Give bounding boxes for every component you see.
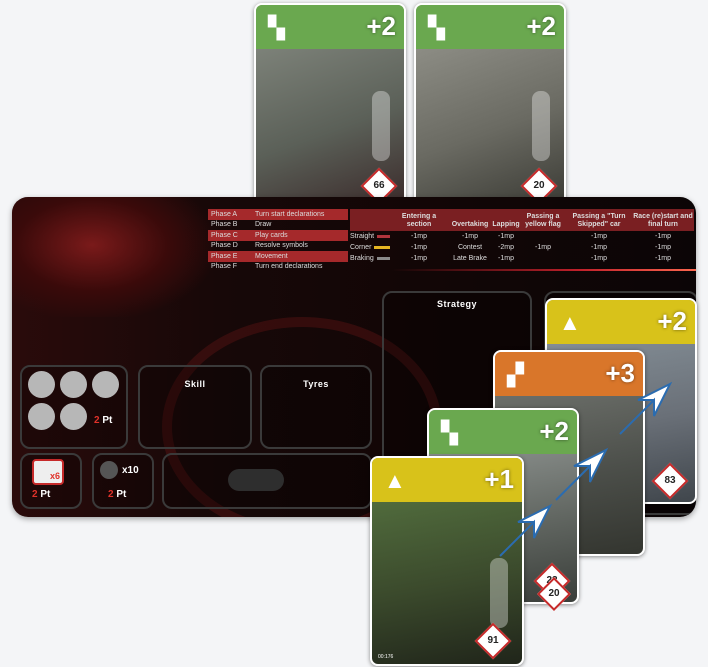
card-2[interactable]: ▚ +2 20 00:108 [414, 3, 566, 209]
effects-row: Corner -1mp Contest -2mp -1mp -1mp -1mp [350, 244, 671, 251]
gauge [532, 91, 550, 161]
dot [60, 403, 87, 430]
heat-token-slot[interactable]: x10 2 Pt [92, 453, 154, 509]
car-artwork [12, 197, 212, 317]
flag-icon: ▚ [441, 420, 458, 445]
card-value: +1 [484, 464, 514, 494]
dot [92, 371, 119, 398]
tyre-token-slot[interactable]: x6 2 Pt [20, 453, 82, 509]
phase-row: Phase D Resolve symbols [211, 242, 308, 250]
points-label: 2 Pt [32, 489, 51, 500]
accent-line [392, 269, 696, 271]
dot [28, 371, 55, 398]
warning-icon: ▲ [559, 310, 581, 335]
speed-limit-icon: 83 [651, 462, 689, 500]
gauge [372, 91, 390, 161]
phase-row: Phase E Movement [208, 251, 348, 262]
tyres-slot[interactable]: Tyres [260, 365, 372, 449]
token-count: x10 [122, 465, 139, 476]
dot [28, 403, 55, 430]
phase-row: Phase C Play cards [208, 230, 348, 241]
card-value: +2 [366, 11, 396, 41]
flag-icon: ▚ [268, 15, 285, 40]
points-label: 2 Pt [94, 415, 113, 426]
speed-limit-icon: 91 [474, 622, 512, 660]
token-count: x6 [50, 471, 61, 481]
card-value: +2 [526, 11, 556, 41]
move-arrow [499, 503, 553, 557]
move-arrow [619, 381, 673, 435]
warning-icon: ▲ [384, 468, 406, 493]
strategy-label: Strategy [436, 299, 477, 309]
effects-header: Entering a section Overtaking Lapping Pa… [350, 209, 694, 231]
card-id: 00:176 [378, 654, 394, 660]
card-value: +2 [657, 306, 687, 336]
move-arrow [555, 447, 609, 501]
skill-label: Skill [184, 379, 206, 389]
effects-row: Straight -1mp -1mp -1mp -1mp -1mp [350, 233, 671, 240]
flag-icon: ▚ [428, 15, 445, 40]
effects-row: Braking -1mp Late Brake -1mp -1mp -1mp [350, 255, 671, 262]
dot [60, 371, 87, 398]
phase-list: Phase A Turn start declarations Phase B Dr… [208, 209, 348, 272]
card-1[interactable]: ▚ +2 66 00:094 [254, 3, 406, 209]
effects-table: Entering a section Overtaking Lapping Pa… [350, 209, 694, 264]
phase-row: Phase B Draw [211, 221, 272, 229]
checkered-flag-icon: ▞ [507, 362, 524, 387]
gauge [490, 558, 508, 628]
tyres-label: Tyres [303, 379, 329, 389]
skill-slot[interactable]: Skill [138, 365, 252, 449]
damage-slot[interactable]: 2 Pt [20, 365, 128, 449]
gear-dots [228, 469, 284, 491]
heat-token-icon [100, 461, 118, 479]
gear-slot[interactable] [162, 453, 372, 509]
card-value: +2 [539, 416, 569, 446]
phase-row: Phase A Turn start declarations [208, 209, 348, 220]
points-label: 2 Pt [108, 489, 127, 500]
phase-row: Phase F Turn end declarations [211, 263, 323, 271]
